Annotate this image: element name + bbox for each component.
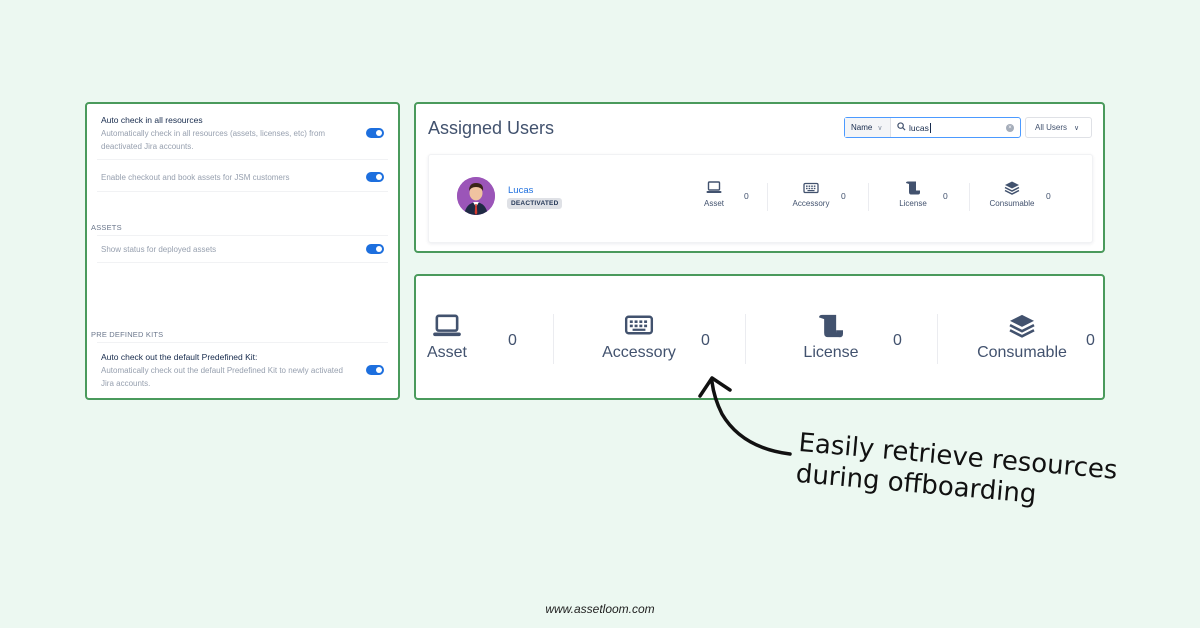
resource-count: 0	[893, 332, 902, 349]
resource-label: License	[803, 344, 859, 361]
resource-count: 0	[744, 191, 749, 201]
setting-deployed-status: Show status for deployed assets	[101, 243, 386, 256]
assigned-users-panel: Assigned Users Name ∨ lucas × All Users …	[414, 102, 1105, 253]
jsm-checkout-toggle[interactable]	[366, 172, 384, 182]
search-bar[interactable]: Name ∨ lucas ×	[844, 117, 1021, 138]
users-filter-select[interactable]: All Users ∨	[1025, 117, 1092, 138]
resource-asset[interactable]: Asset 0	[694, 181, 794, 211]
setting-title: Auto check in all resources	[101, 115, 203, 125]
zoom-resource-asset[interactable]: Asset	[422, 314, 472, 366]
user-card: Lucas DEACTIVATED Asset 0 Accessory 0 Li…	[428, 154, 1093, 243]
resource-count: 0	[841, 191, 846, 201]
keyboard-icon	[791, 181, 831, 199]
search-field-select[interactable]: Name ∨	[845, 118, 891, 137]
setting-description: Automatically check in all resources (as…	[101, 129, 326, 151]
status-badge: DEACTIVATED	[507, 198, 563, 209]
zoom-resource-consumable[interactable]: Consumable	[972, 314, 1072, 366]
section-assets-label: ASSETS	[91, 223, 122, 232]
divider	[553, 314, 554, 364]
divider	[868, 183, 869, 211]
search-value: lucas	[909, 122, 929, 133]
resource-label: Consumable	[989, 199, 1035, 208]
setting-auto-kit: Auto check out the default Predefined Ki…	[101, 351, 386, 390]
divider	[745, 314, 746, 364]
resource-label: License	[899, 199, 927, 208]
deployed-status-toggle[interactable]	[366, 244, 384, 254]
section-kits-label: PRE DEFINED KITS	[91, 330, 164, 339]
divider	[969, 183, 970, 211]
website-url: www.assetloom.com	[545, 602, 655, 616]
divider	[97, 235, 388, 236]
resource-label: Asset	[703, 199, 724, 208]
setting-title: Show status for deployed assets	[101, 245, 217, 254]
annotation-text: Easily retrieve resources during offboar…	[795, 428, 1159, 521]
search-field-label: Name	[851, 123, 873, 132]
setting-title: Auto check out the default Predefined Ki…	[101, 352, 258, 362]
clear-icon[interactable]: ×	[1006, 123, 1014, 132]
setting-jsm-checkout: Enable checkout and book assets for JSM …	[101, 171, 386, 184]
layers-icon	[992, 181, 1032, 200]
auto-kit-toggle[interactable]	[366, 365, 384, 375]
resource-count: 0	[1046, 191, 1051, 201]
zoom-resource-license[interactable]: License	[796, 314, 866, 366]
zoom-resource-accessory[interactable]: Accessory	[596, 314, 682, 366]
setting-description: Automatically check out the default Pred…	[101, 366, 343, 388]
resource-count: 0	[701, 332, 710, 349]
users-filter-label: All Users	[1035, 123, 1068, 132]
divider	[97, 159, 388, 160]
laptop-icon	[422, 314, 472, 343]
page-title: Assigned Users	[428, 118, 555, 138]
chevron-down-icon: ∨	[877, 124, 883, 132]
divider	[937, 314, 938, 364]
curved-arrow-icon	[698, 376, 792, 456]
settings-panel: Auto check in all resources Automaticall…	[85, 102, 400, 400]
resource-count: 0	[508, 332, 517, 349]
resource-label: Accessory	[602, 344, 676, 361]
resource-count: 0	[943, 191, 948, 201]
user-name-link[interactable]: Lucas	[508, 185, 533, 196]
resource-accessory[interactable]: Accessory 0	[791, 181, 891, 211]
resource-label: Accessory	[792, 199, 830, 208]
scroll-icon	[796, 314, 866, 343]
search-icon	[897, 122, 906, 133]
scroll-icon	[893, 181, 933, 200]
setting-title: Enable checkout and book assets for JSM …	[101, 173, 290, 182]
layers-icon	[972, 314, 1072, 343]
resource-label: Consumable	[977, 344, 1067, 361]
setting-auto-checkin: Auto check in all resources Automaticall…	[101, 114, 386, 153]
resource-license[interactable]: License 0	[893, 181, 993, 211]
divider	[97, 342, 388, 343]
chevron-down-icon: ∨	[1074, 124, 1080, 132]
resource-count: 0	[1086, 332, 1095, 349]
divider	[97, 262, 388, 263]
resource-label: Asset	[426, 344, 467, 361]
auto-checkin-toggle[interactable]	[366, 128, 384, 138]
divider	[97, 191, 388, 192]
search-input[interactable]: lucas	[891, 122, 1006, 133]
divider	[767, 183, 768, 211]
laptop-icon	[694, 181, 734, 199]
resource-consumable[interactable]: Consumable 0	[990, 181, 1092, 211]
avatar	[457, 177, 495, 215]
keyboard-icon	[596, 314, 682, 341]
